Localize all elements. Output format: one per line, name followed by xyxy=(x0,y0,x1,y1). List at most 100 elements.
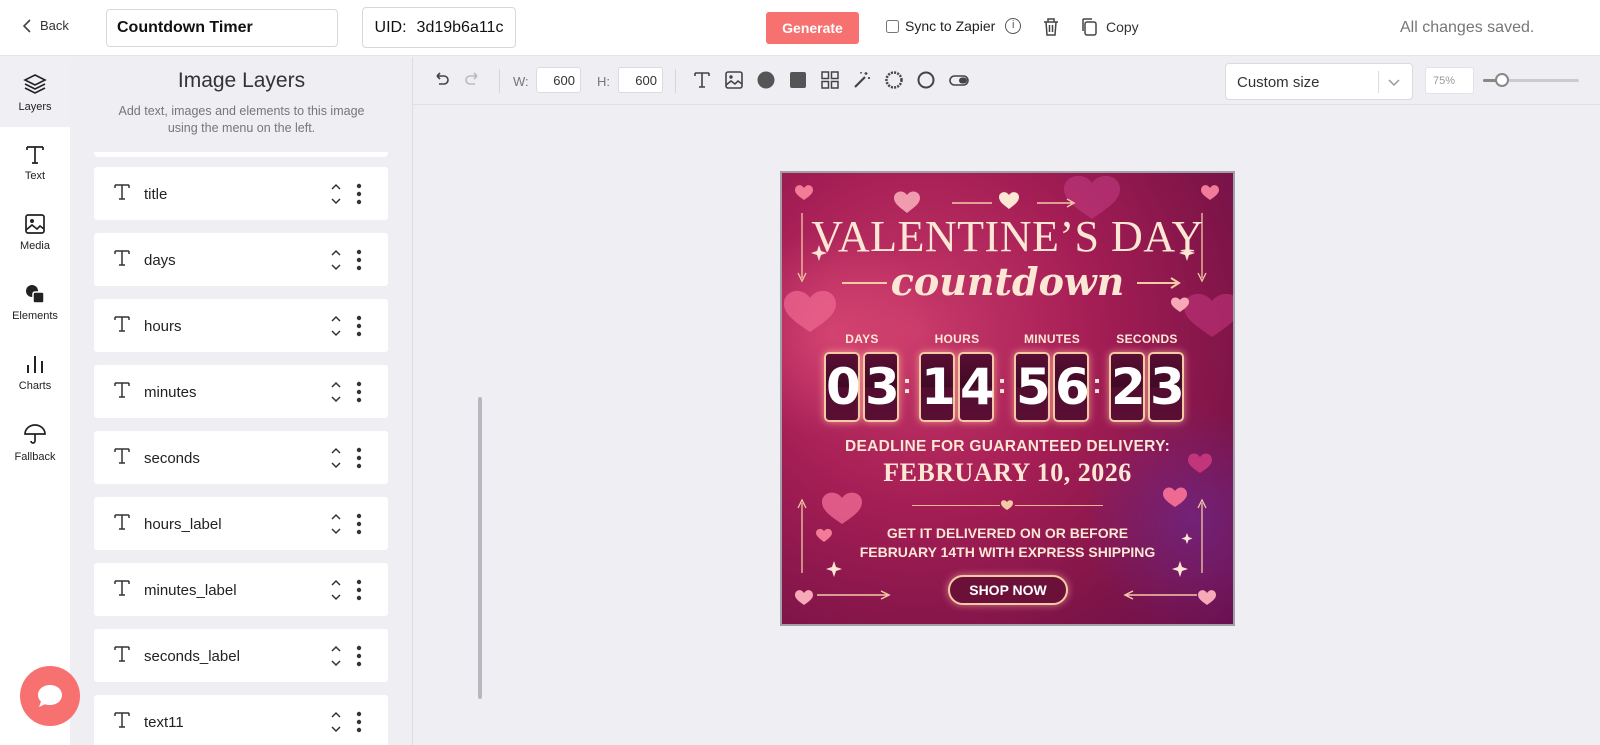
heart-icon xyxy=(999,192,1019,209)
days-digit: 0 xyxy=(824,352,861,422)
rail-label: Charts xyxy=(18,379,52,392)
add-grid-icon[interactable] xyxy=(820,70,840,90)
rail-item-charts[interactable]: Charts xyxy=(0,337,70,407)
sync-zapier[interactable]: Sync to Zapier i xyxy=(886,18,1022,34)
text-layer-icon xyxy=(114,514,130,530)
zoom-slider-handle[interactable] xyxy=(1495,73,1510,87)
height-input[interactable] xyxy=(618,67,663,93)
hours-label: HOURS xyxy=(934,332,980,346)
reorder-icon[interactable] xyxy=(330,511,342,537)
text-layer-icon xyxy=(114,712,130,728)
text-layer-icon xyxy=(114,316,130,332)
divider-line xyxy=(1015,505,1103,506)
top-bar: Back UID: 3d19b6a11c Generate Sync to Za… xyxy=(0,0,1600,56)
layer-item[interactable]: seconds xyxy=(94,431,388,484)
reorder-icon[interactable] xyxy=(330,577,342,603)
back-button[interactable]: Back xyxy=(22,18,69,33)
canvas-size-value: Custom size xyxy=(1237,74,1320,91)
heart-icon xyxy=(795,185,813,200)
more-options-icon[interactable] xyxy=(356,711,362,733)
more-options-icon[interactable] xyxy=(356,513,362,535)
ring-icon[interactable] xyxy=(884,70,904,90)
layer-item[interactable]: minutes_label xyxy=(94,563,388,616)
more-options-icon[interactable] xyxy=(356,381,362,403)
poster-subtitle: countdown xyxy=(890,259,1125,304)
layer-name: minutes_label xyxy=(144,582,237,599)
layer-item[interactable]: minutes xyxy=(94,365,388,418)
reorder-icon[interactable] xyxy=(330,181,342,207)
layer-list-top xyxy=(94,152,388,157)
more-options-icon[interactable] xyxy=(356,579,362,601)
layer-item[interactable]: hours_label xyxy=(94,497,388,550)
reorder-icon[interactable] xyxy=(330,643,342,669)
add-circle-icon[interactable] xyxy=(756,70,776,90)
magic-wand-icon[interactable] xyxy=(852,70,872,90)
rail-item-elements[interactable]: Elements xyxy=(0,267,70,337)
hours-digit: 1 xyxy=(919,352,956,422)
panel-scrollbar[interactable] xyxy=(478,397,482,699)
rail-item-text[interactable]: Text xyxy=(0,127,70,197)
more-options-icon[interactable] xyxy=(356,645,362,667)
seconds-digit: 3 xyxy=(1148,352,1185,422)
more-options-icon[interactable] xyxy=(356,315,362,337)
generate-button[interactable]: Generate xyxy=(766,12,859,44)
reorder-icon[interactable] xyxy=(330,379,342,405)
rail-item-layers[interactable]: Layers xyxy=(0,57,70,127)
text-layer-icon xyxy=(114,646,130,662)
more-options-icon[interactable] xyxy=(356,249,362,271)
add-image-icon[interactable] xyxy=(724,70,744,90)
toolbar-divider xyxy=(675,69,676,93)
sparkle-icon xyxy=(1172,561,1188,577)
rail-item-media[interactable]: Media xyxy=(0,197,70,267)
reorder-icon[interactable] xyxy=(330,247,342,273)
uid-value: 3d19b6a11c xyxy=(416,18,504,36)
layers-icon xyxy=(23,73,47,94)
outline-circle-icon[interactable] xyxy=(916,70,936,90)
save-status: All changes saved. xyxy=(1400,19,1535,36)
canvas-preview[interactable]: VALENTINE’S DAY countdown DAYS HOURS MIN… xyxy=(780,171,1235,626)
chat-icon xyxy=(38,685,62,707)
layer-item[interactable]: title xyxy=(94,167,388,220)
layer-item[interactable]: days xyxy=(94,233,388,286)
text-layer-icon xyxy=(114,250,130,266)
reorder-icon[interactable] xyxy=(330,313,342,339)
minutes-digit: 6 xyxy=(1053,352,1090,422)
layer-item[interactable]: hours xyxy=(94,299,388,352)
add-rectangle-icon[interactable] xyxy=(788,70,808,90)
layer-item[interactable]: text11 xyxy=(94,695,388,745)
reorder-icon[interactable] xyxy=(330,445,342,471)
width-input[interactable] xyxy=(536,67,581,93)
toggle-icon[interactable] xyxy=(948,70,970,90)
add-text-icon[interactable] xyxy=(692,70,712,90)
reorder-icon[interactable] xyxy=(330,709,342,735)
deadline-label: DEADLINE FOR GUARANTEED DELIVERY: xyxy=(844,438,1171,455)
sync-zapier-checkbox[interactable] xyxy=(886,19,899,33)
seconds-digit: 2 xyxy=(1109,352,1146,422)
layer-name: seconds xyxy=(144,450,200,467)
timer-name-input[interactable] xyxy=(106,9,338,47)
shop-now-button: SHOP NOW xyxy=(948,575,1068,605)
delete-button[interactable] xyxy=(1042,17,1060,42)
heart-icon xyxy=(1198,590,1216,605)
undo-icon[interactable] xyxy=(431,70,451,90)
text-layer-icon xyxy=(114,382,130,398)
layer-item[interactable]: seconds_label xyxy=(94,629,388,682)
rail-label: Text xyxy=(24,169,46,182)
info-icon[interactable]: i xyxy=(1005,18,1022,34)
canvas-size-select[interactable]: Custom size xyxy=(1225,63,1413,100)
layer-name: days xyxy=(144,252,176,269)
more-options-icon[interactable] xyxy=(356,183,362,205)
minutes-digit: 5 xyxy=(1014,352,1051,422)
more-options-icon[interactable] xyxy=(356,447,362,469)
heart-icon xyxy=(894,191,920,213)
copy-button[interactable]: Copy xyxy=(1080,17,1139,37)
umbrella-icon xyxy=(24,423,46,444)
redo-icon[interactable] xyxy=(463,70,483,90)
chat-button[interactable] xyxy=(20,666,80,726)
rail-item-fallback[interactable]: Fallback xyxy=(0,407,70,477)
delivery-line-2: FEBRUARY 14TH WITH EXPRESS SHIPPING xyxy=(859,544,1156,560)
elements-icon xyxy=(26,284,45,304)
divider-line xyxy=(912,505,1000,506)
text-icon xyxy=(26,145,44,164)
rail-label: Layers xyxy=(18,100,52,113)
